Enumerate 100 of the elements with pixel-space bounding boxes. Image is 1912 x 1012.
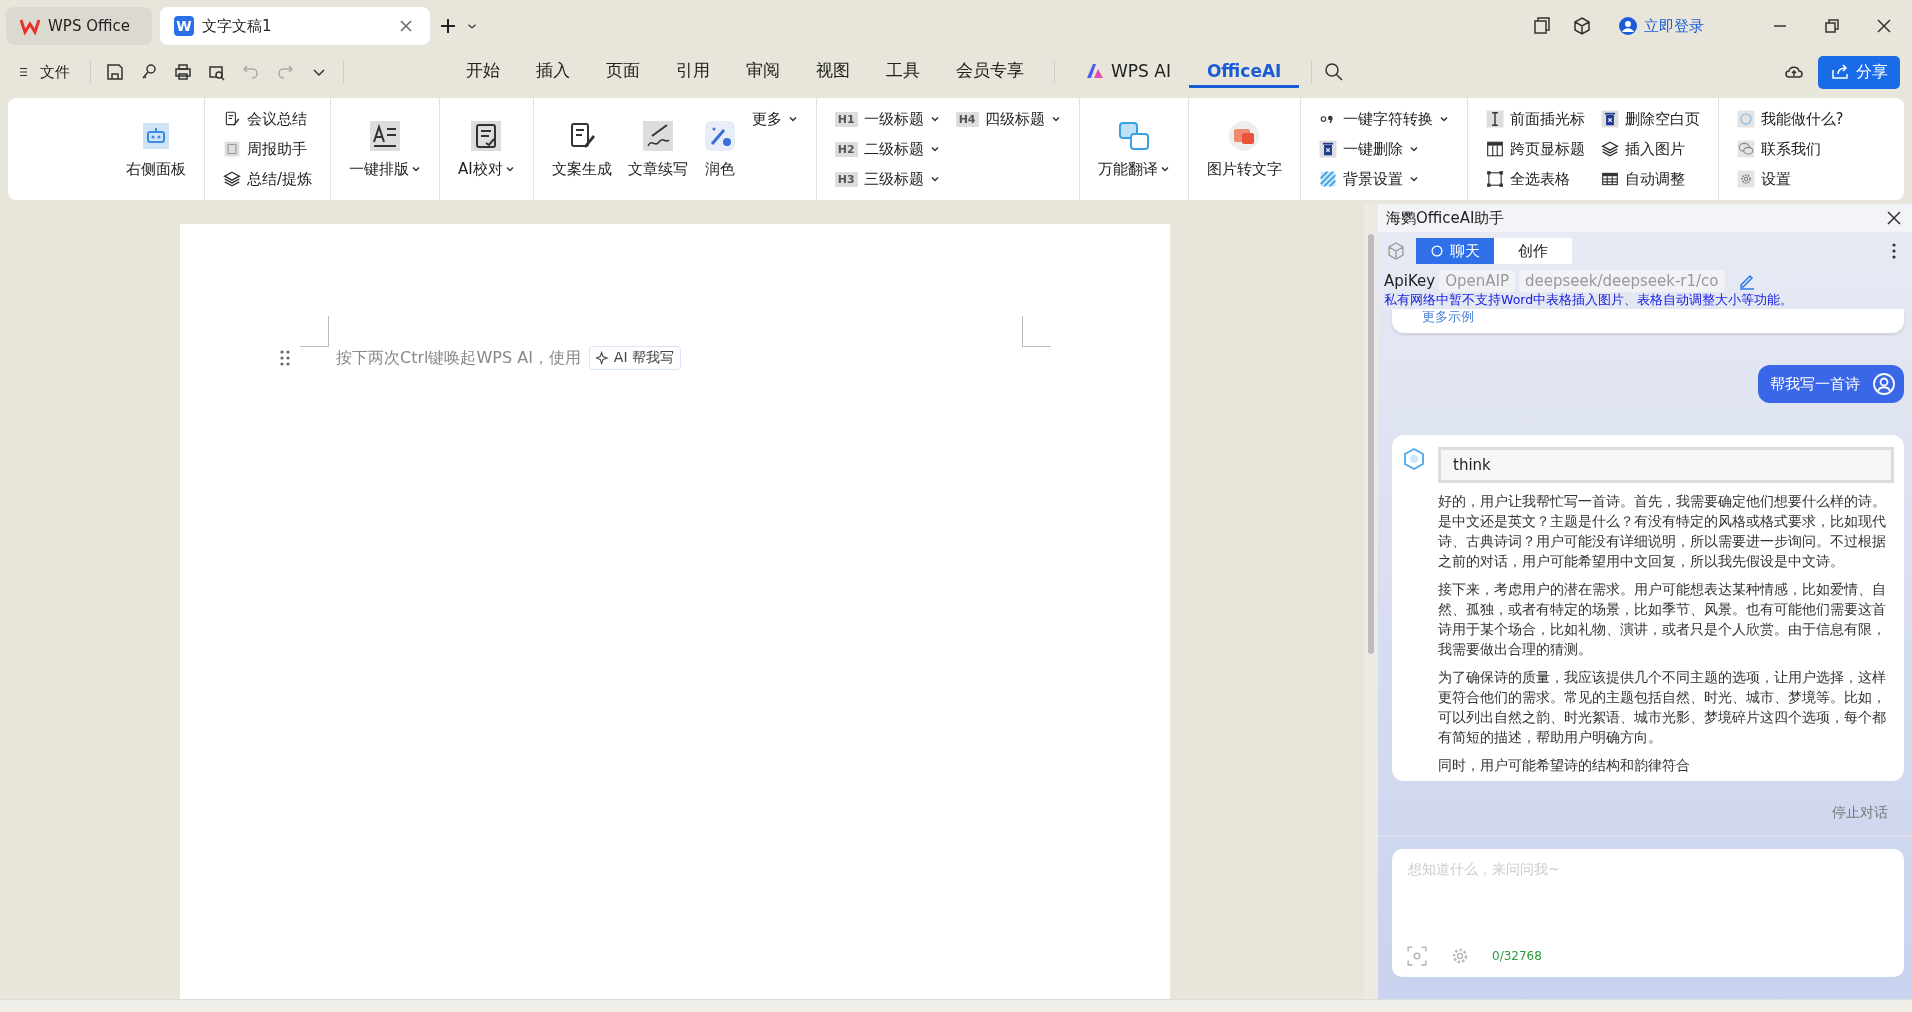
- layers-icon: [1600, 140, 1619, 158]
- restore-icon[interactable]: [1822, 16, 1842, 36]
- heading-badge: H1: [834, 111, 858, 127]
- ribbon-button[interactable]: 我能做什么?: [1732, 104, 1848, 134]
- text-cursor-icon: [1485, 110, 1504, 128]
- ai-write-button[interactable]: AI 帮我写: [588, 346, 681, 370]
- ribbon-button[interactable]: 背景设置: [1314, 164, 1453, 194]
- caret-icon: [411, 164, 422, 174]
- circle-icon: [1736, 110, 1755, 128]
- caret-icon: [1050, 114, 1061, 124]
- file-menu[interactable]: 文件: [12, 61, 76, 83]
- ribbon-button[interactable]: 一键排版: [345, 104, 426, 194]
- drag-handle-icon[interactable]: [280, 349, 290, 367]
- table-icon: [1600, 170, 1619, 188]
- trash-icon: [1318, 140, 1337, 158]
- ribbon-button[interactable]: 一键字符转换: [1314, 104, 1453, 134]
- menu-tab[interactable]: 页面: [588, 55, 658, 89]
- ribbon-button[interactable]: 删除空白页: [1596, 104, 1704, 134]
- scrollbar[interactable]: [1364, 204, 1378, 999]
- menu-tab[interactable]: 审阅: [728, 55, 798, 89]
- character-counter: 0/32768: [1492, 949, 1542, 963]
- ribbon-button[interactable]: 插入图片: [1596, 134, 1704, 164]
- wand-icon: [703, 119, 736, 152]
- speech-bubbles-icon: [1117, 119, 1150, 152]
- user-avatar-icon: [1872, 372, 1896, 396]
- share-button[interactable]: 分享: [1818, 55, 1900, 89]
- menu-tab[interactable]: 工具: [868, 55, 938, 89]
- caret-icon: [929, 174, 940, 184]
- gear-icon: [1736, 170, 1755, 188]
- document-icon: [223, 140, 241, 158]
- document-icon: W: [173, 16, 194, 36]
- menu-tab[interactable]: OfficeAI: [1188, 56, 1300, 88]
- ribbon-button[interactable]: 联系我们: [1732, 134, 1848, 164]
- image-icon: [1228, 119, 1260, 152]
- stripes-icon: [1318, 170, 1337, 188]
- hint-text: 按下两次Ctrl键唤起WPS AI，使用: [336, 347, 581, 369]
- ribbon-button[interactable]: 一键删除: [1314, 134, 1453, 164]
- print-icon[interactable]: [173, 62, 193, 82]
- ribbon-button[interactable]: H1 一级标题: [830, 104, 944, 134]
- ribbon-button[interactable]: 总结/提炼: [219, 164, 317, 194]
- panel-tab[interactable]: 创作: [1494, 238, 1572, 264]
- ribbon-button[interactable]: 设置: [1732, 164, 1848, 194]
- ribbon-button[interactable]: 自动调整: [1596, 164, 1704, 194]
- caret-icon: [504, 164, 515, 174]
- share-icon: [1830, 62, 1850, 82]
- caret-icon: [1408, 174, 1419, 184]
- ribbon-button[interactable]: H3 三级标题: [830, 164, 944, 194]
- ribbon-button[interactable]: 前面插光标: [1481, 104, 1589, 134]
- heading-badge: H3: [834, 171, 858, 187]
- menu-tab[interactable]: 开始: [448, 55, 518, 89]
- crop-mark: [300, 316, 329, 347]
- search-icon[interactable]: [1324, 62, 1345, 82]
- heading-badge: H2: [834, 141, 858, 157]
- ribbon-button[interactable]: H4 四级标题: [951, 104, 1065, 134]
- ribbon-button[interactable]: 跨页显标题: [1481, 134, 1589, 164]
- apikey-label: ApiKey: [1384, 272, 1436, 290]
- ribbon-button[interactable]: 周报助手: [219, 134, 317, 164]
- window-tab[interactable]: W 文字文稿1: [159, 7, 430, 45]
- menu-tab[interactable]: 引用: [658, 55, 728, 89]
- ribbon-button[interactable]: 更多: [747, 104, 802, 134]
- ribbon-button[interactable]: H2 二级标题: [830, 134, 944, 164]
- ribbon-button[interactable]: 全选表格: [1481, 164, 1589, 194]
- think-box[interactable]: think: [1438, 447, 1894, 483]
- user-message: 帮我写一首诗: [1758, 365, 1904, 403]
- ribbon-button[interactable]: 右侧面板: [122, 104, 190, 194]
- response-paragraph: 接下来，考虑用户的潜在需求。用户可能想表达某种情感，比如爱情、自然、孤独，或者有特定的场景，比如季节、风景。也有可能他们需要这首诗用于某个场合，比如礼物、演讲，或者只是个人欣赏。由于信息有限，我需要做出合理的猜测。: [1438, 580, 1887, 659]
- ribbon-button[interactable]: 图片转文字: [1202, 104, 1286, 194]
- save-icon[interactable]: [105, 62, 125, 82]
- more-examples-link[interactable]: 更多示例: [1422, 309, 1474, 325]
- crop-mark: [1022, 316, 1051, 347]
- panel-title: 海鹦OfficeAI助手: [1386, 208, 1505, 228]
- caret-icon: [1438, 114, 1449, 124]
- cube-icon[interactable]: [1572, 16, 1592, 36]
- text-format-icon: [369, 119, 402, 152]
- hexagon-icon: [1402, 447, 1426, 471]
- menu-tab[interactable]: 会员专享: [938, 55, 1042, 89]
- checklist-icon: [470, 119, 503, 152]
- ribbon-button[interactable]: 会议总结: [219, 104, 317, 134]
- response-paragraph: 为了确保诗的质量，我应该提供几个不同主题的选项，让用户选择，这样更符合他们的需求。常见的主题包括自然、时光、城市、梦境等。比如，可以列出自然之韵、时光絮语、城市光影、梦境碎片这四个选项，每个都有简短的描述，帮助用户明确方向。: [1438, 668, 1887, 747]
- pen-icon: [641, 119, 674, 152]
- document-pen-icon: [223, 110, 241, 128]
- ribbon-button[interactable]: 文案生成: [547, 104, 616, 194]
- caret-icon: [1408, 144, 1419, 154]
- ribbon-button[interactable]: 万能翻译: [1093, 104, 1174, 194]
- window-tab[interactable]: WPS Office: [6, 7, 152, 45]
- table-icon: [1485, 140, 1504, 158]
- menu-tab[interactable]: 插入: [518, 55, 588, 89]
- panel-tab[interactable]: 聊天: [1416, 238, 1494, 264]
- avatar-icon: [1618, 16, 1638, 36]
- sparkle-icon: [595, 351, 610, 365]
- ribbon-button[interactable]: 文章续写: [623, 104, 692, 194]
- notice-text: 私有网络中暂不支持Word中表格插入图片、表格自动调整大小等功能。: [1383, 292, 1795, 309]
- response-paragraph: 同时，用户可能希望诗的结构和韵律符合: [1438, 756, 1691, 775]
- ribbon-button[interactable]: AI校对: [454, 104, 519, 194]
- window-icon[interactable]: [1532, 16, 1552, 36]
- caret-icon: [929, 114, 940, 124]
- menu-tab[interactable]: 视图: [798, 55, 868, 89]
- ribbon-button[interactable]: 润色: [699, 104, 740, 194]
- menu-tab[interactable]: WPS AI: [1067, 56, 1189, 88]
- login-button[interactable]: 立即登录: [1612, 15, 1710, 37]
